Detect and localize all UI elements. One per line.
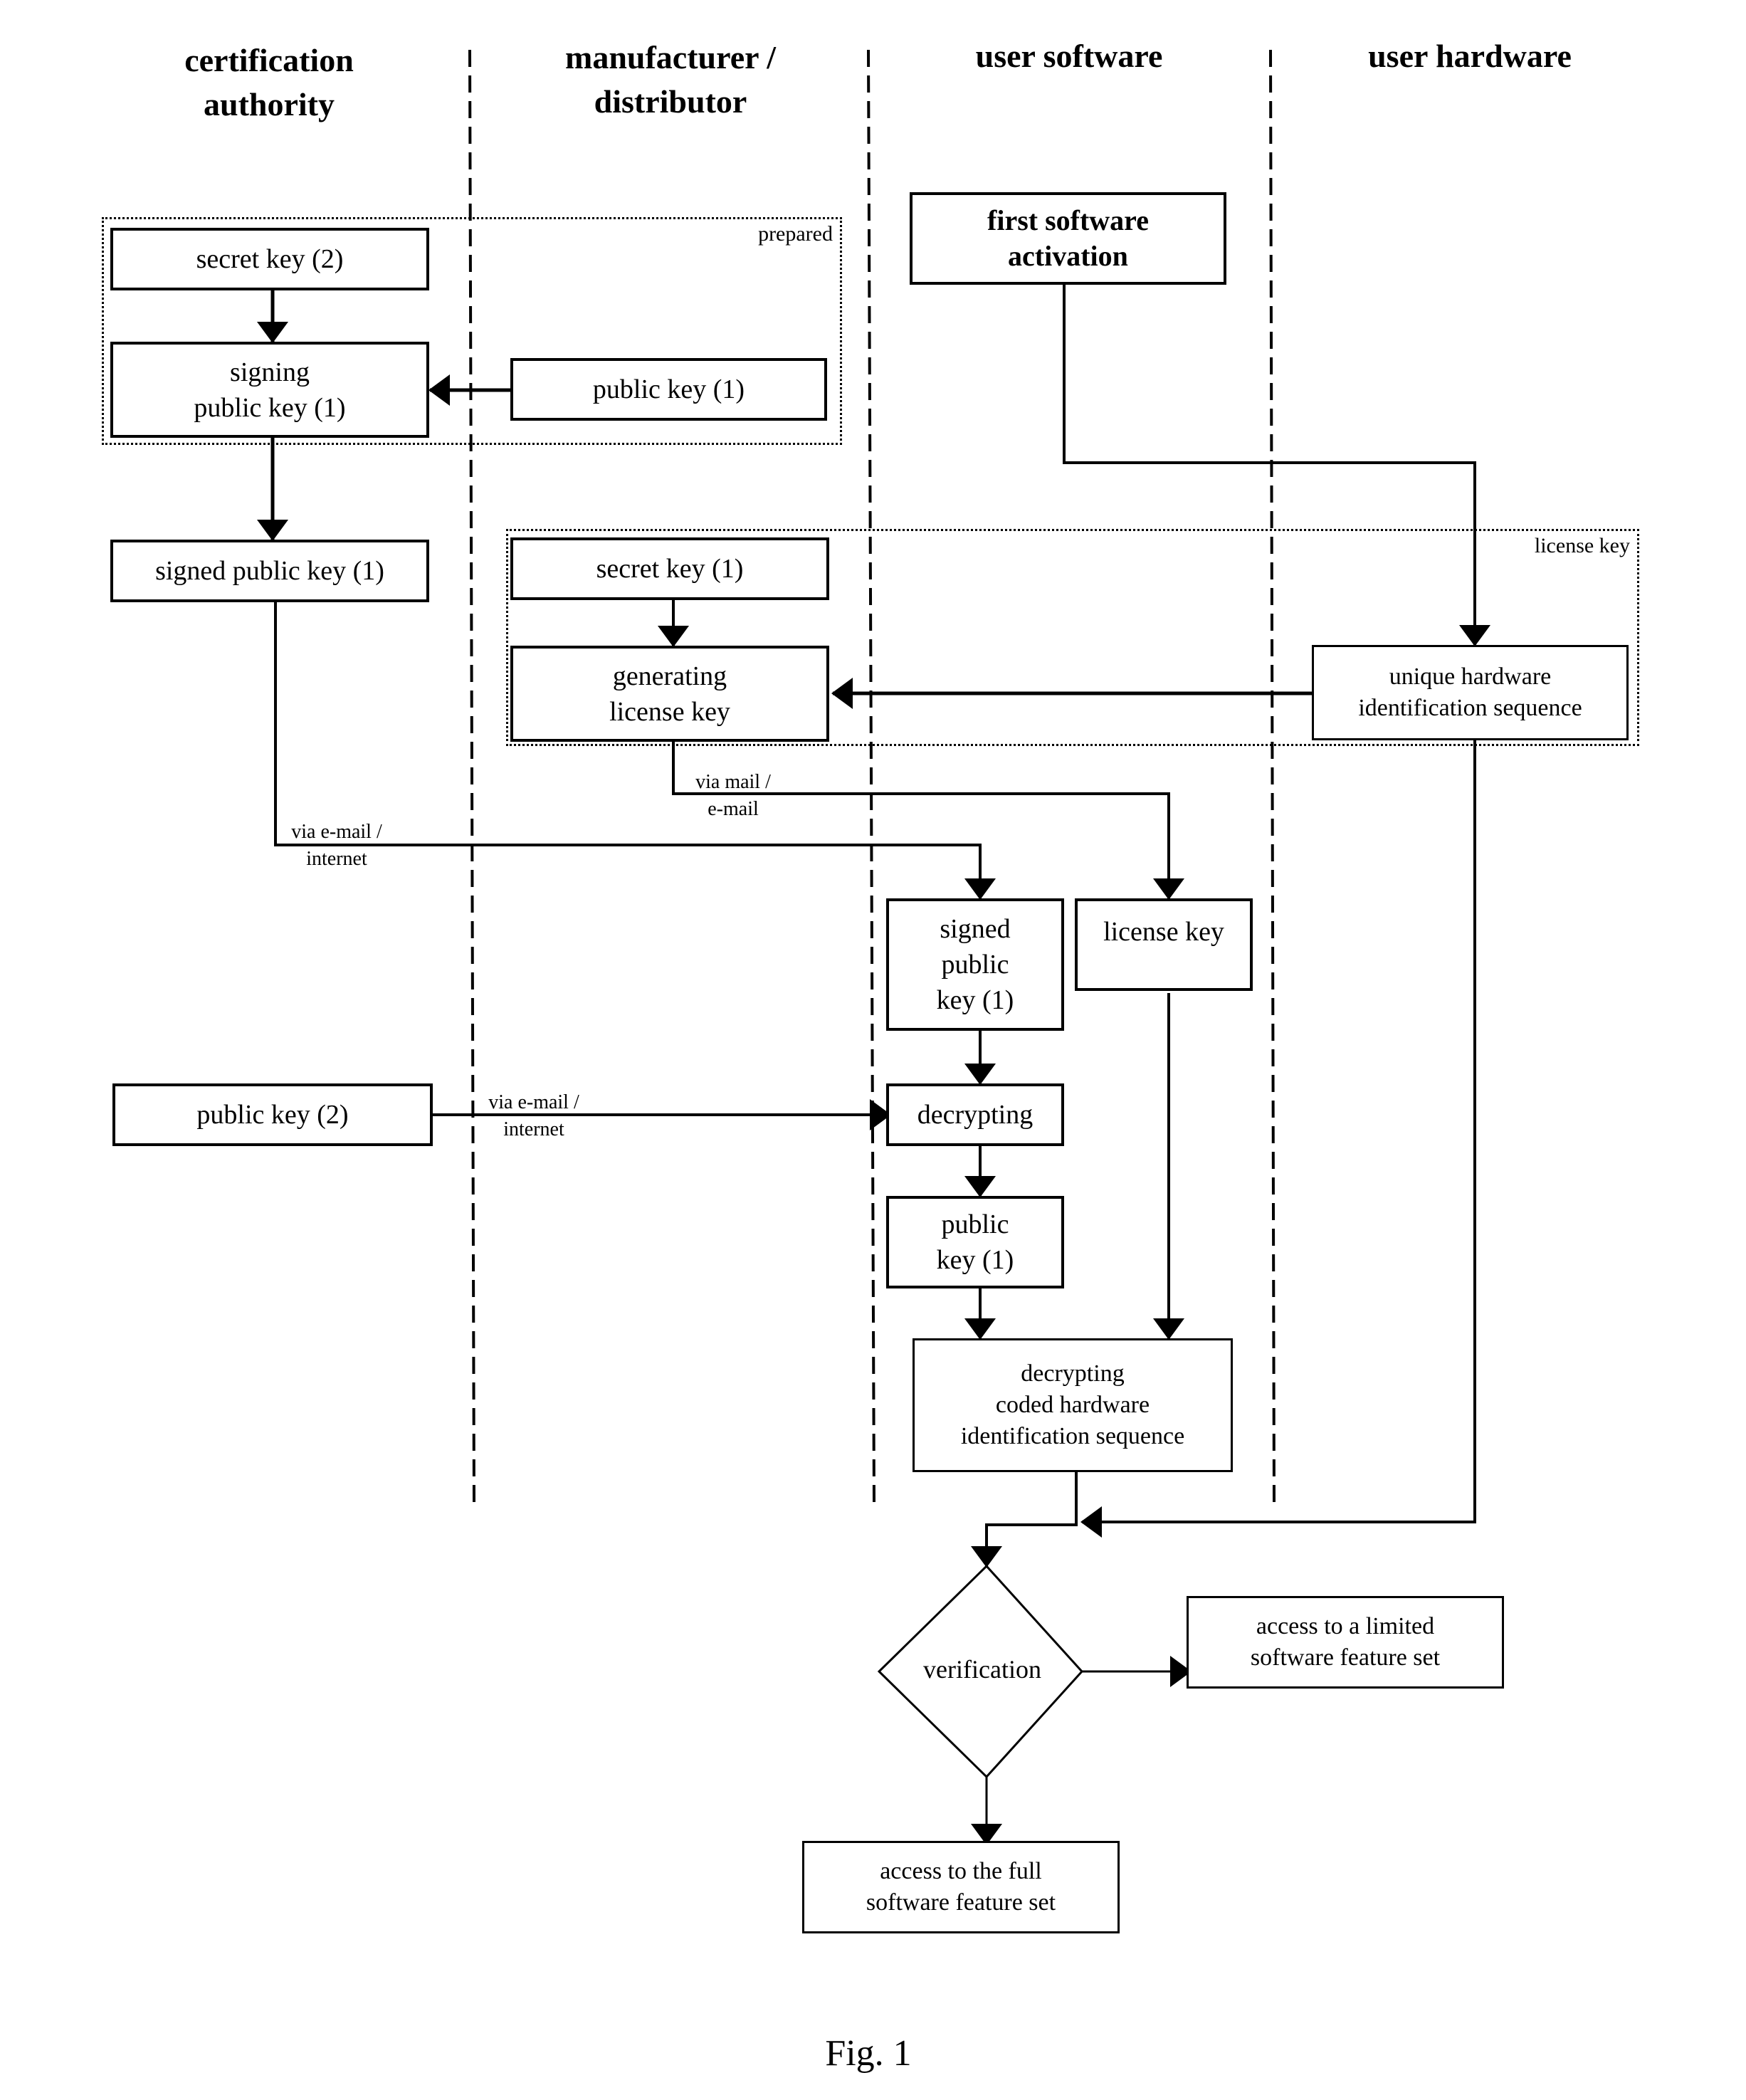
node-public-key-1-manufacturer: public key (1) xyxy=(510,358,827,421)
verification-label: verification xyxy=(923,1655,1041,1684)
node-secret-key-1: secret key (1) xyxy=(510,537,829,600)
lane-title-certification-authority: certification authority xyxy=(184,42,354,122)
lane-title-user-software: user software xyxy=(975,38,1163,74)
lane-title-user-hardware: user hardware xyxy=(1368,38,1572,74)
edge-decryptinghw-verification xyxy=(971,1472,1078,1568)
edge-label-via-mail: via mail / e-mail xyxy=(695,771,771,820)
node-license-key-user: license key xyxy=(1075,898,1253,991)
node-access-limited-feature-set: access to a limited software feature set xyxy=(1187,1596,1504,1689)
lane-divider-2 xyxy=(867,49,875,1503)
node-decrypting: decrypting xyxy=(886,1083,1064,1146)
edge-label-via-email-internet-1: via e-mail / internet xyxy=(291,821,382,870)
node-public-key-2: public key (2) xyxy=(112,1083,433,1146)
lane-title-manufacturer-distributor: manufacturer / distributor xyxy=(565,39,776,120)
node-signing-public-key-1: signing public key (1) xyxy=(110,342,429,438)
node-public-key-1-user: public key (1) xyxy=(886,1196,1064,1288)
node-generating-license-key: generating license key xyxy=(510,646,829,742)
group-label-prepared: prepared xyxy=(758,222,833,246)
node-signed-public-key-1-ca: signed public key (1) xyxy=(110,540,429,602)
lane-divider-3 xyxy=(1269,49,1276,1503)
edge-label-via-email-internet-2: via e-mail / internet xyxy=(488,1091,579,1140)
node-first-software-activation: first software activation xyxy=(910,192,1226,285)
figure-caption: Fig. 1 xyxy=(825,2033,912,2074)
node-decrypting-coded-hardware-sequence: decrypting coded hardware identification… xyxy=(913,1338,1233,1472)
node-signed-public-key-1-user: signed public key (1) xyxy=(886,898,1064,1031)
group-label-license-key: license key xyxy=(1534,534,1630,557)
node-unique-hardware-identification-sequence: unique hardware identification sequence xyxy=(1312,645,1629,740)
node-access-full-feature-set: access to the full software feature set xyxy=(802,1841,1120,1933)
node-secret-key-2: secret key (2) xyxy=(110,228,429,290)
